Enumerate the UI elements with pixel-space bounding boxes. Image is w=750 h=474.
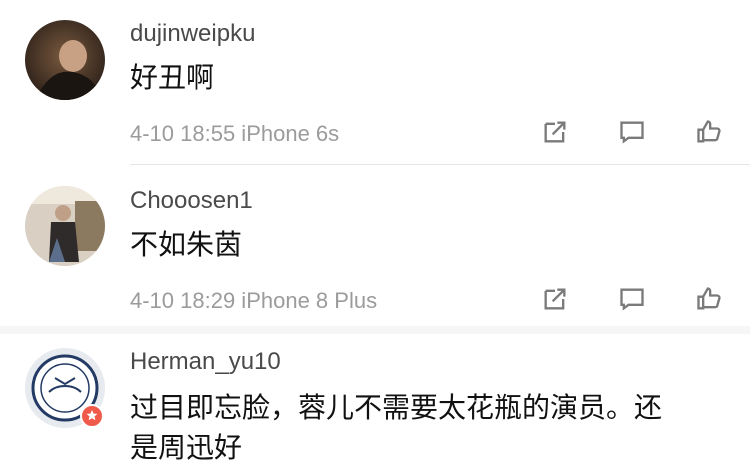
like-icon[interactable] [693, 283, 725, 315]
comment-icon[interactable] [616, 283, 648, 315]
share-icon[interactable] [539, 283, 571, 315]
comment-item-1: dujinweipku 好丑啊 4-10 18:55 iPhone 6s [0, 0, 750, 165]
comment-text: 不如朱茵 [130, 229, 243, 260]
verified-badge-icon [80, 404, 104, 428]
like-icon[interactable] [693, 116, 725, 148]
username[interactable]: dujinweipku [130, 20, 255, 48]
avatar[interactable] [25, 20, 105, 100]
username[interactable]: Herman_yu10 [130, 348, 281, 376]
comment-text-line-1: 过目即忘脸，蓉儿不需要太花瓶的演员。还 [130, 392, 663, 423]
comment-actions [539, 283, 725, 315]
comment-icon[interactable] [616, 116, 648, 148]
comment-meta: 4-10 18:29 iPhone 8 Plus [130, 288, 378, 313]
share-icon[interactable] [539, 116, 571, 148]
comment-item-3: Herman_yu10 过目即忘脸，蓉儿不需要太花瓶的演员。还 是周迅好 [0, 334, 750, 474]
username[interactable]: Chooosen1 [130, 187, 253, 215]
avatar[interactable] [25, 186, 105, 266]
section-separator [0, 326, 750, 334]
comment-text: 好丑啊 [130, 62, 215, 93]
comment-item-2: Chooosen1 不如朱茵 4-10 18:29 iPhone 8 Plus [0, 165, 750, 330]
comment-actions [539, 116, 725, 148]
comment-meta: 4-10 18:55 iPhone 6s [130, 121, 340, 146]
comment-text-line-2: 是周迅好 [130, 432, 243, 463]
